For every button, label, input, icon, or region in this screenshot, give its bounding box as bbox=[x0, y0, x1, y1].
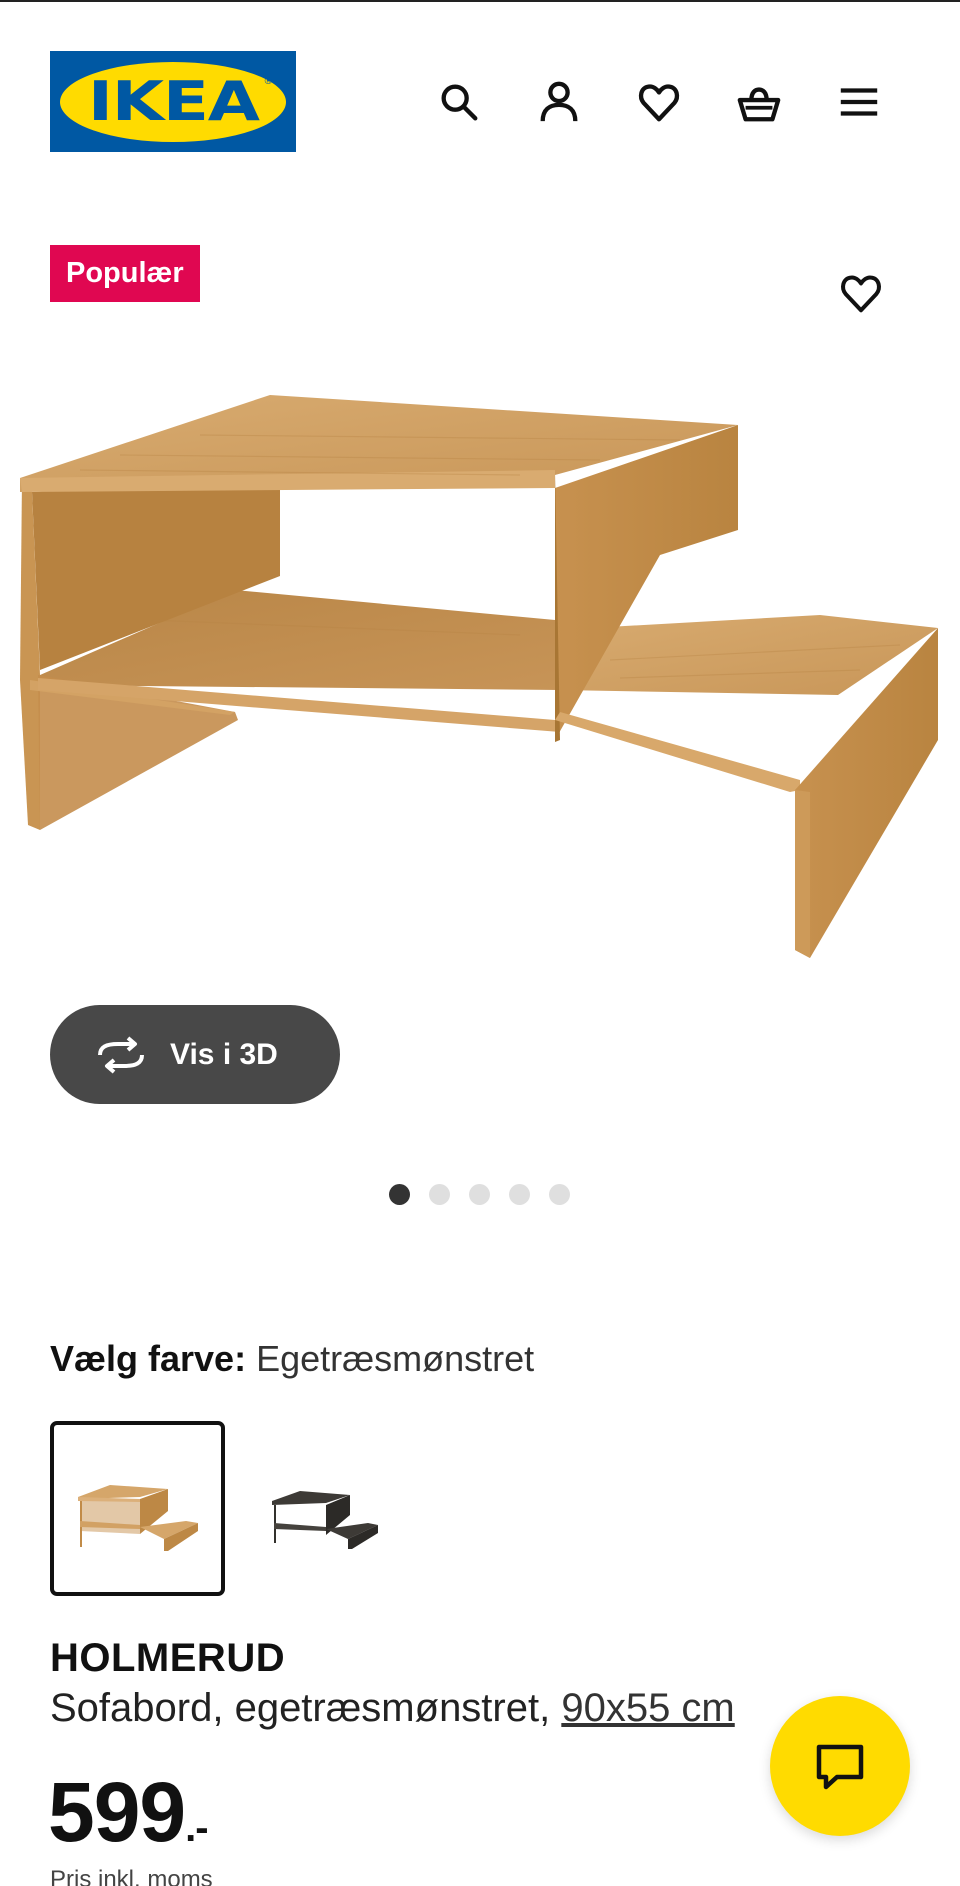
gallery-dot[interactable] bbox=[469, 1184, 490, 1205]
color-swatch-black-brown[interactable] bbox=[240, 1421, 415, 1596]
gallery-dot[interactable] bbox=[509, 1184, 530, 1205]
user-icon[interactable] bbox=[534, 77, 584, 127]
menu-icon[interactable] bbox=[834, 77, 884, 127]
color-label: Vælg farve: bbox=[50, 1338, 247, 1379]
logo-registered-mark: ® bbox=[264, 75, 272, 87]
price-suffix: .- bbox=[185, 1806, 208, 1850]
product-description-text: Sofabord, egetræsmønstret, bbox=[50, 1686, 562, 1730]
heart-icon[interactable] bbox=[634, 77, 684, 127]
color-swatch-oak[interactable] bbox=[50, 1421, 225, 1596]
product-name: HOLMERUD bbox=[50, 1636, 286, 1680]
gallery-dot[interactable] bbox=[549, 1184, 570, 1205]
color-selector-label: Vælg farve: Egetræsmønstret bbox=[50, 1338, 534, 1380]
site-header: IKEA ® bbox=[0, 2, 960, 202]
gallery-dot[interactable] bbox=[429, 1184, 450, 1205]
view-in-3d-button[interactable]: Vis i 3D bbox=[50, 1005, 340, 1104]
product-size-link[interactable]: 90x55 cm bbox=[561, 1686, 734, 1730]
product-description: Sofabord, egetræsmønstret, 90x55 cm bbox=[50, 1686, 735, 1731]
gallery-pagination bbox=[389, 1184, 570, 1205]
chat-bubble-icon bbox=[816, 1744, 864, 1790]
logo-oval: IKEA ® bbox=[60, 61, 286, 142]
add-to-favourites-heart-icon[interactable] bbox=[834, 268, 888, 318]
rotate-3d-icon bbox=[98, 1035, 144, 1074]
popular-badge: Populær bbox=[50, 245, 200, 302]
color-value: Egetræsmønstret bbox=[256, 1338, 535, 1379]
product-price: 599.- bbox=[48, 1770, 209, 1854]
search-icon[interactable] bbox=[434, 77, 484, 127]
logo-text: IKEA bbox=[87, 70, 260, 133]
chat-button[interactable] bbox=[770, 1696, 910, 1836]
basket-icon[interactable] bbox=[734, 77, 784, 127]
price-integer: 599 bbox=[48, 1765, 186, 1859]
ikea-logo[interactable]: IKEA ® bbox=[50, 51, 296, 152]
product-image[interactable] bbox=[0, 360, 960, 970]
price-note: Pris inkl. moms bbox=[50, 1866, 213, 1886]
view-in-3d-label: Vis i 3D bbox=[170, 1037, 278, 1071]
gallery-dot[interactable] bbox=[389, 1184, 410, 1205]
